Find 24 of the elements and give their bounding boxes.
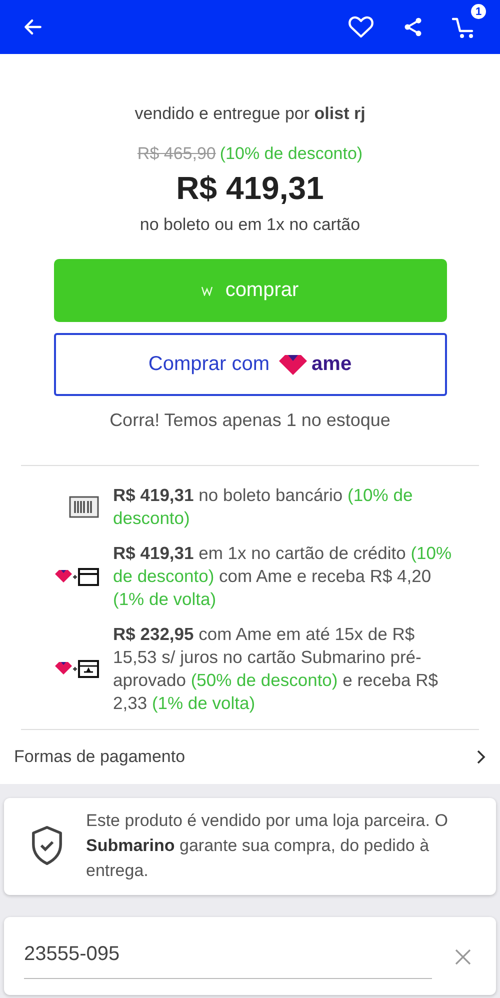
current-price: R$ 419,31 [176, 170, 324, 207]
chevron-right-icon [476, 749, 486, 765]
ame-button[interactable]: Comprar com ame [54, 333, 446, 396]
gem-icon [278, 354, 308, 376]
guarantee-text: Este produto é vendido por uma loja parceira. O Submarino garante sua compra, do pedido à entrega. [86, 810, 449, 882]
gem-plus-card-icon [55, 566, 99, 588]
gem-plus-card-icon [55, 658, 99, 680]
payment-terms: no boleto ou em 1x no cartão [140, 215, 360, 235]
share-icon[interactable] [402, 16, 424, 38]
payment-methods-link[interactable]: Formas de pagamento [0, 730, 500, 784]
clear-icon[interactable] [454, 948, 472, 966]
stock-note: Corra! Temos apenas 1 no estoque [110, 410, 390, 431]
discount-text: (10% de desconto) [220, 144, 363, 164]
zip-code-field[interactable]: 23555-095 [4, 917, 496, 995]
seller-text: vendido e entregue por olist rj [134, 104, 366, 124]
payment-option-text: R$ 419,31 em 1x no cartão de crédito (10% de desconto) com Ame e receba R$ 4,20 (1% de volta) [113, 542, 453, 611]
shield-check-icon [30, 825, 64, 866]
heart-icon[interactable] [348, 15, 374, 39]
payment-option-text: R$ 419,31 no boleto bancário (10% de desconto) [113, 484, 414, 530]
logo-icon [201, 286, 214, 296]
cart-count-badge: 1 [471, 4, 486, 19]
barcode-icon [69, 496, 99, 518]
old-price: R$ 465,90 [137, 144, 216, 164]
payment-option-text: R$ 232,95 com Ame em até 15x de R$ 15,53 s/ juros no cartão Submarino pré-aprovado (50% de desconto) e receba R$ 2,33 (1% de volta) [113, 623, 439, 715]
